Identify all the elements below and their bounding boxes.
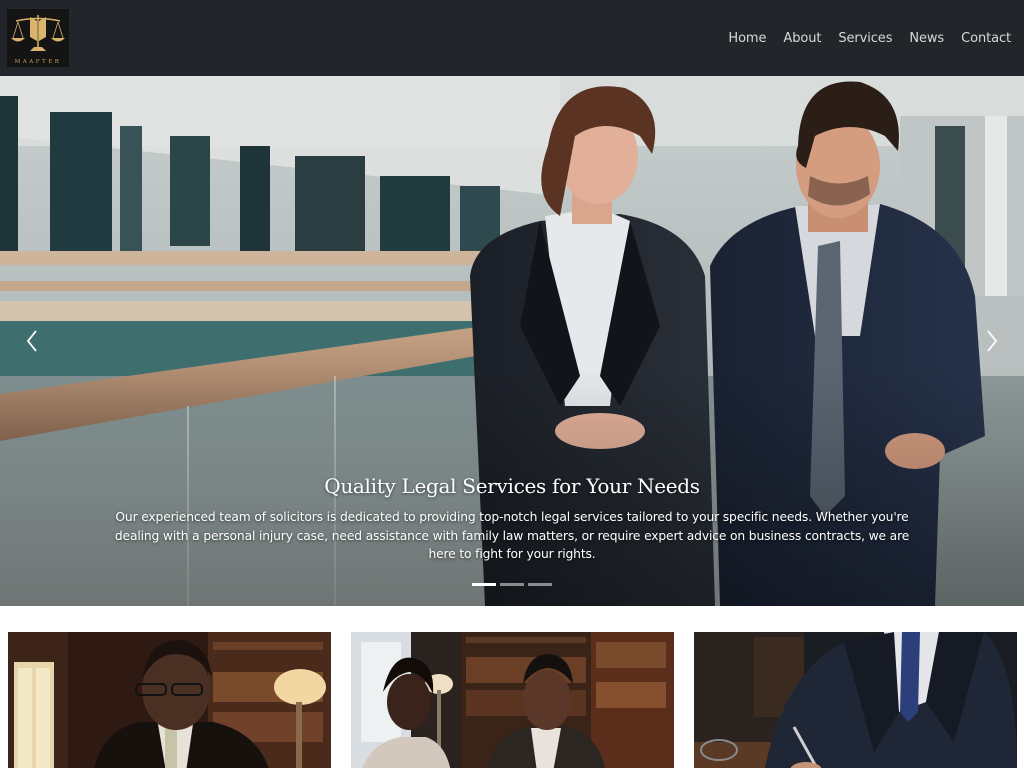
carousel-indicators [472,583,552,586]
carousel-prev-button[interactable] [22,328,42,354]
hero-carousel: Quality Legal Services for Your Needs Ou… [0,76,1024,606]
carousel-indicator-2[interactable] [500,583,524,586]
service-card-3[interactable] [694,632,1017,768]
hero-title: Quality Legal Services for Your Needs [324,474,700,498]
nav-news[interactable]: News [892,31,944,46]
hero-description: Our experienced team of solicitors is de… [114,510,910,561]
brand-logo[interactable]: MAAFTER [7,9,69,67]
chevron-right-icon [987,330,998,352]
carousel-indicator-3[interactable] [528,583,552,586]
lawyer-signing-image [694,632,1017,768]
nav-contact[interactable]: Contact [944,31,1011,46]
chevron-left-icon [26,330,37,352]
hero-caption: Quality Legal Services for Your Needs Ou… [100,474,924,564]
service-card-2[interactable] [351,632,674,768]
nav-services[interactable]: Services [821,31,892,46]
nav-about[interactable]: About [766,31,821,46]
lawyers-meeting-image [351,632,674,768]
brand-name: MAAFTER [14,59,62,65]
carousel-indicator-1[interactable] [472,583,496,586]
service-card-1[interactable] [8,632,331,768]
scales-of-justice-icon [11,15,65,51]
carousel-next-button[interactable] [982,328,1002,354]
lawyer-reading-image [8,632,331,768]
site-header: MAAFTER Home About Services News Contact [0,0,1024,76]
nav-home[interactable]: Home [711,31,766,46]
services-cards [0,606,1024,768]
main-nav: Home About Services News Contact [711,31,1011,46]
